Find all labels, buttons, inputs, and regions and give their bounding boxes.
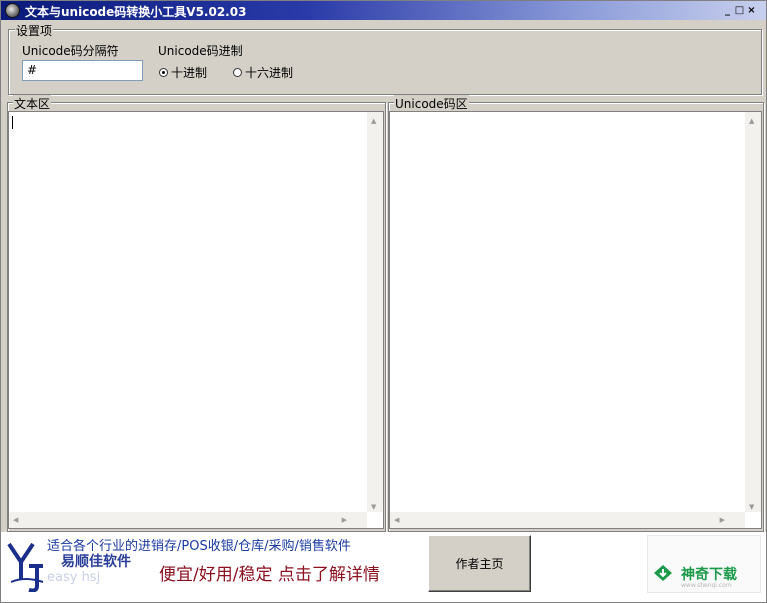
base-label: Unicode码进制 — [158, 44, 243, 58]
brand-logo-icon — [7, 542, 44, 592]
radio-checked-icon — [159, 68, 168, 77]
radio-hex-label: 十六进制 — [245, 66, 294, 80]
banner-line-1[interactable]: 适合各个行业的进销存/POS收银/仓库/采购/销售软件 — [47, 535, 351, 554]
unicode-panel-label: Unicode码区 — [394, 95, 469, 112]
window-title: 文本与unicode码转换小工具V5.02.03 — [25, 5, 247, 19]
brand-name: 易顺佳软件 — [61, 554, 131, 570]
separator-label: Unicode码分隔符 — [22, 44, 119, 58]
brand-english-name: easy hsj — [47, 570, 101, 585]
app-window: 文本与unicode码转换小工具V5.02.03 _ □ × 设置项 Unico… — [0, 0, 767, 603]
close-button[interactable]: × — [746, 5, 757, 16]
unicode-area[interactable]: ▲ ▼ ◀ ▶ — [389, 111, 762, 529]
scroll-up-icon[interactable]: ▲ — [749, 116, 754, 126]
minimize-button[interactable]: _ — [722, 5, 733, 16]
ad-banner[interactable]: 易顺佳软件 easy hsj 适合各个行业的进销存/POS收银/仓库/采购/销售… — [1, 532, 766, 602]
text-vertical-scrollbar[interactable]: ▲ ▼ — [367, 112, 383, 512]
maximize-button[interactable]: □ — [734, 5, 745, 16]
banner-line-2[interactable]: 便宜/好用/稳定 点击了解详情 — [159, 560, 380, 585]
watermark-text: 神奇下载 — [681, 567, 737, 583]
scroll-right-icon[interactable]: ▶ — [342, 515, 347, 525]
text-panel-label: 文本区 — [13, 95, 52, 112]
text-area[interactable]: ▲ ▼ ◀ ▶ — [8, 111, 384, 529]
scroll-left-icon[interactable]: ◀ — [394, 515, 399, 525]
separator-input[interactable]: # — [22, 60, 143, 81]
radio-decimal[interactable]: 十进制 — [159, 64, 207, 81]
scroll-left-icon[interactable]: ◀ — [13, 515, 18, 525]
text-horizontal-scrollbar[interactable]: ◀ ▶ — [9, 512, 367, 528]
app-icon — [5, 3, 20, 18]
radio-hex[interactable]: 十六进制 — [233, 64, 293, 81]
title-bar[interactable]: 文本与unicode码转换小工具V5.02.03 _ □ × — [1, 1, 766, 20]
radio-decimal-label: 十进制 — [171, 66, 208, 80]
text-caret — [12, 116, 13, 129]
unicode-horizontal-scrollbar[interactable]: ◀ ▶ — [390, 512, 745, 528]
scroll-down-icon[interactable]: ▼ — [749, 502, 754, 512]
scroll-down-icon[interactable]: ▼ — [371, 502, 376, 512]
scroll-up-icon[interactable]: ▲ — [371, 116, 376, 126]
unicode-vertical-scrollbar[interactable]: ▲ ▼ — [745, 112, 761, 512]
settings-group-label: 设置项 — [15, 22, 54, 39]
scroll-right-icon[interactable]: ▶ — [720, 515, 725, 525]
watermark-url: www.shenqi.com — [681, 582, 732, 589]
radio-unchecked-icon — [233, 68, 242, 77]
author-homepage-button[interactable]: 作者主页 — [428, 535, 531, 592]
download-logo-icon — [654, 565, 672, 581]
